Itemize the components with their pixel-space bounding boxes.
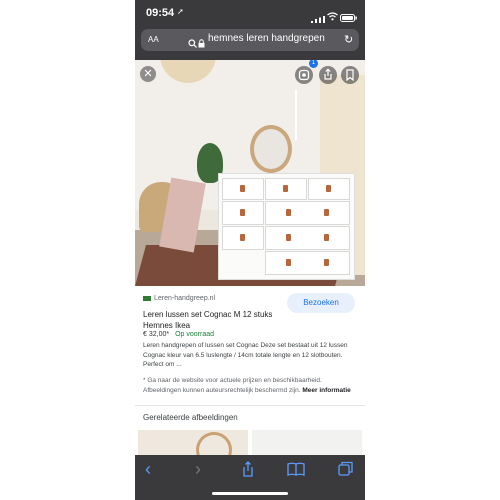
book-icon [287,462,305,476]
copyright-note: * Ga naar de website voor actuele prijze… [143,376,357,395]
dresser-drawer [265,226,350,250]
dresser-drawer [222,178,264,200]
phone-screen: 09:54 ➚ AA hemnes leren handgrepen ↻ ✕ 1… [135,0,365,500]
dresser-drawer [265,201,350,225]
status-bar: 09:54 ➚ [135,0,365,26]
section-divider [135,405,365,406]
reload-icon[interactable]: ↻ [344,33,353,46]
stock-status: Op voorraad [175,331,215,338]
status-time: 09:54 [146,7,175,19]
bookmarks-button[interactable] [287,461,307,477]
close-icon[interactable]: ✕ [140,66,156,82]
site-favicon-icon [143,295,151,301]
lens-button[interactable] [295,66,313,84]
result-price-line: € 32,00* Op voorraad [143,331,214,338]
more-info-link[interactable]: Meer informatie [302,387,350,394]
location-arrow-icon: ➚ [177,7,184,16]
forward-button[interactable]: › [195,459,215,479]
wifi-icon [327,8,338,26]
result-description: Leren handgrepen of lussen set Cognac De… [143,342,348,368]
lens-icon [298,69,310,81]
photo-rattan-mirror [250,125,292,173]
lock-icon [198,35,205,53]
bookmark-button[interactable] [341,66,359,84]
dresser-drawer [222,226,264,250]
result-source[interactable]: Leren-handgreep.nl [143,295,215,302]
share-button[interactable] [319,66,337,84]
dresser-drawer [265,251,350,275]
visit-button[interactable]: Bezoeken [287,293,355,313]
photo-wall-shelf [295,90,319,140]
back-button[interactable]: ‹ [145,459,165,479]
dresser-drawer [308,178,350,200]
share-toolbar-button[interactable] [241,461,261,477]
tabs-button[interactable] [338,461,358,477]
signal-icon [311,10,325,28]
browser-toolbar: ‹ › [135,455,365,500]
battery-icon [340,9,357,27]
dresser-drawer [265,178,307,200]
dresser-drawer [222,201,264,225]
related-images-heading: Gerelateerde afbeeldingen [143,413,238,422]
url-text[interactable]: hemnes leren handgrepen [208,33,325,44]
result-price: € 32,00* [143,331,170,338]
share-icon [243,461,253,477]
tabs-icon [338,461,353,476]
product-photo[interactable]: ✕ 1 [135,60,365,286]
home-indicator[interactable] [212,492,288,495]
address-bar[interactable]: AA hemnes leren handgrepen ↻ [141,29,359,51]
photo-hemnes-dresser [218,173,355,280]
share-icon [324,68,332,80]
bookmark-icon [346,69,354,82]
result-title[interactable]: Leren lussen set Cognac M 12 stuks Hemne… [143,309,293,331]
search-icon [188,35,197,53]
copyright-note-text: * Ga naar de website voor actuele prijze… [143,377,322,394]
result-source-label: Leren-handgreep.nl [154,295,216,302]
text-size-button[interactable]: AA [148,35,159,44]
browser-top-chrome: 09:54 ➚ AA hemnes leren handgrepen ↻ [135,0,365,60]
